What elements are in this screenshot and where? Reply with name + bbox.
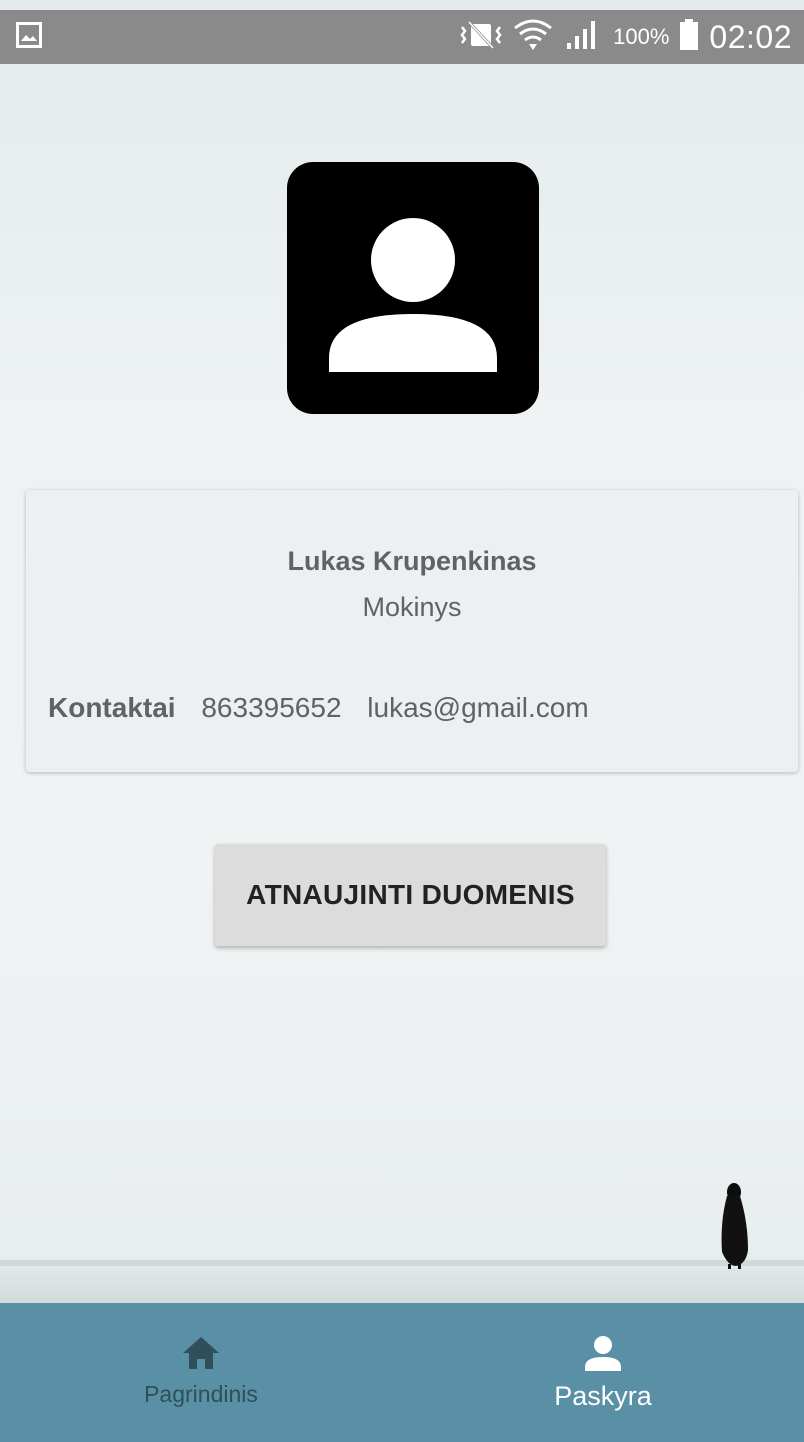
contact-email[interactable]: lukas@gmail.com [367,692,588,723]
status-time: 02:02 [709,18,792,55]
contact-phone[interactable]: 863395652 [201,692,341,723]
gallery-notification-icon [16,21,42,53]
vibrate-icon [459,19,503,56]
wifi-icon [513,18,553,57]
profile-info-card: Lukas Krupenkinas Mokinys Kontaktai 8633… [26,490,798,772]
bottom-navigation: Pagrindinis Paskyra [0,1303,804,1442]
person-icon [329,218,497,372]
user-role: Mokinys [362,592,462,622]
person-icon [585,1336,621,1371]
screen: 100% 02:02 Lukas Krupenkinas Mokinys Kon… [0,0,804,1442]
nav-label-account: Paskyra [554,1381,652,1411]
battery-icon [679,18,699,56]
profile-avatar[interactable] [287,162,539,414]
status-bar: 100% 02:02 [0,10,804,64]
status-left [16,21,42,53]
update-data-button[interactable]: ATNAUJINTI DUOMENIS [215,844,606,946]
background-horizon [0,1260,804,1266]
penguin-figure-icon [718,1182,752,1275]
status-right: 100% 02:02 [459,18,792,57]
home-icon [183,1337,219,1369]
contacts-row: Kontaktai 863395652 lukas@gmail.com [48,692,589,724]
nav-item-home[interactable]: Pagrindinis [0,1303,402,1442]
battery-percent: 100% [613,24,670,49]
contacts-label: Kontaktai [48,692,176,723]
signal-icon [563,19,603,56]
nav-item-account[interactable]: Paskyra [402,1303,804,1442]
user-name: Lukas Krupenkinas [287,546,537,576]
nav-label-home: Pagrindinis [144,1381,258,1407]
